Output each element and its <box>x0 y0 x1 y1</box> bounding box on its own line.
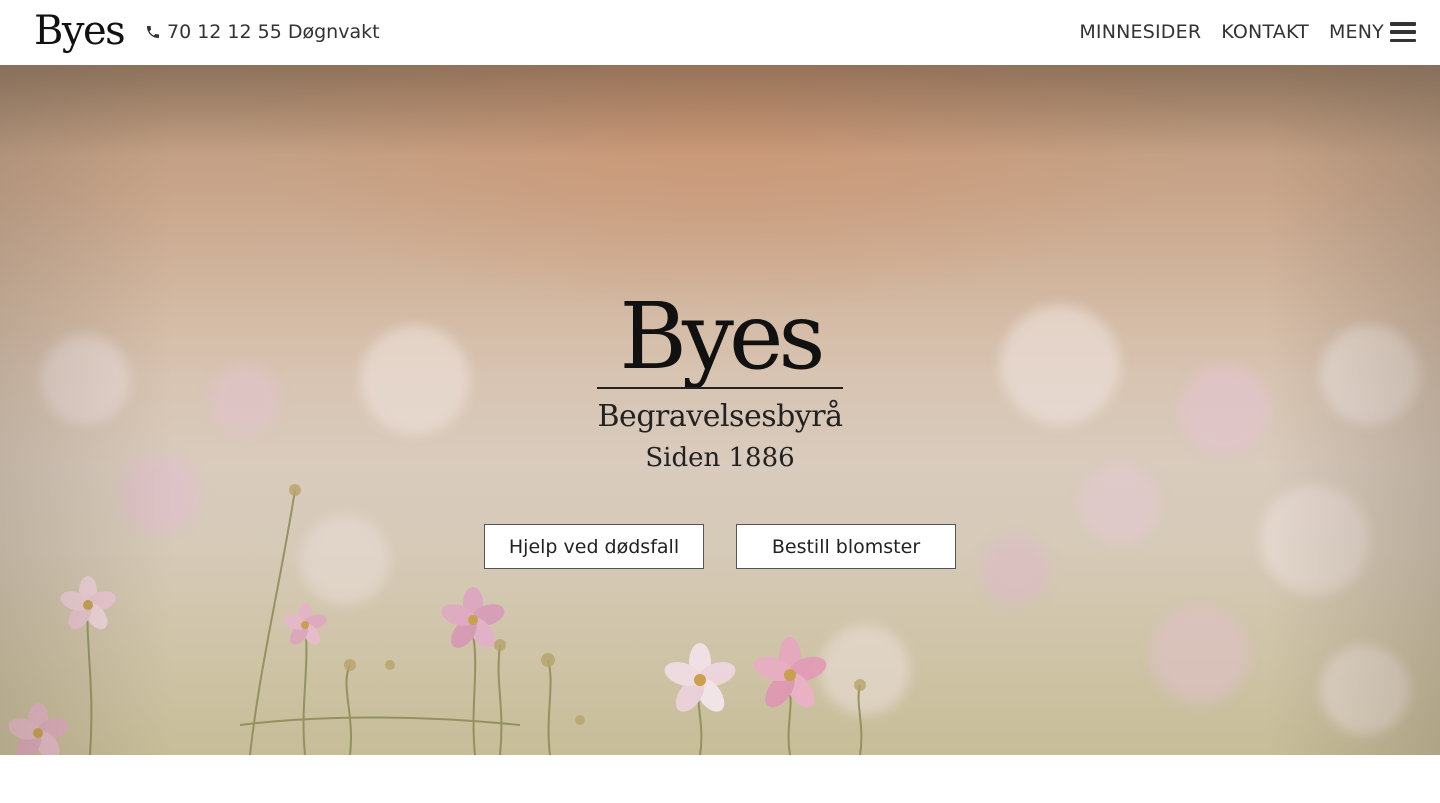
page-content-start <box>0 755 1440 803</box>
hero-logo-name: Byes <box>619 283 825 390</box>
hero-logo-since: Siden 1886 <box>645 443 795 473</box>
hero-logo-subtitle: Begravelsesbyrå <box>597 399 843 434</box>
menu-label: MENY <box>1328 21 1384 43</box>
hamburger-menu-icon <box>1390 22 1416 42</box>
brand-logo[interactable]: Byes <box>34 6 126 56</box>
nav-contact[interactable]: KONTAKT <box>1221 21 1309 43</box>
order-flowers-button[interactable]: Bestill blomster <box>736 524 956 569</box>
nav-memorial-pages[interactable]: MINNESIDER <box>1079 21 1201 43</box>
help-at-death-button[interactable]: Hjelp ved dødsfall <box>484 524 704 569</box>
hero-logo-divider <box>597 387 843 389</box>
phone-number: 70 12 12 55 Døgnvakt <box>167 21 380 43</box>
hero-banner: Byes Begravelsesbyrå Siden 1886 Hjelp ve… <box>0 65 1440 755</box>
phone-link[interactable]: 70 12 12 55 Døgnvakt <box>145 20 380 44</box>
site-header: Byes 70 12 12 55 Døgnvakt MINNESIDER KON… <box>0 0 1440 65</box>
menu-button[interactable]: MENY <box>1329 21 1416 43</box>
phone-icon <box>147 26 159 38</box>
main-nav: MINNESIDER KONTAKT MENY <box>1079 18 1416 46</box>
